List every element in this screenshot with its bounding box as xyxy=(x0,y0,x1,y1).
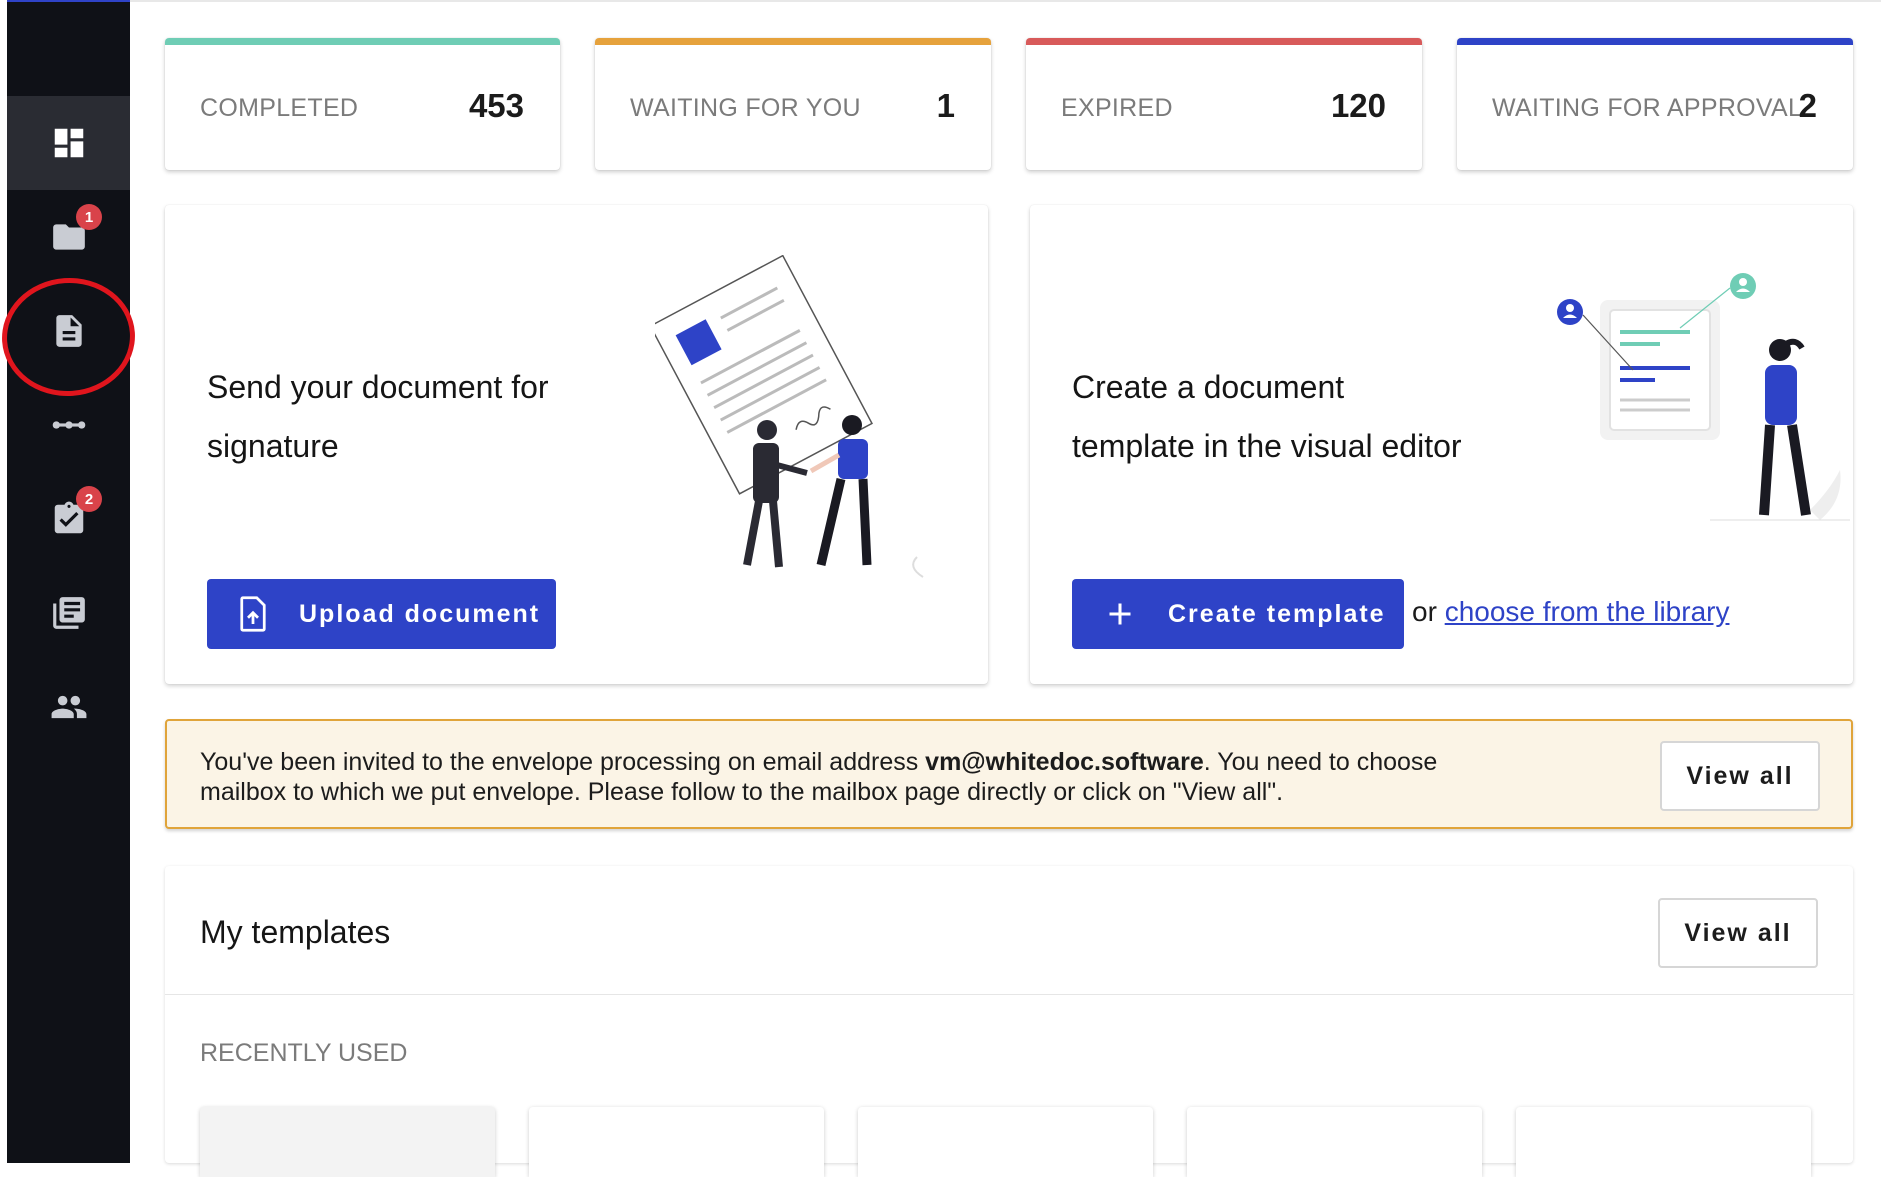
stat-label: EXPIRED xyxy=(1061,94,1173,122)
stat-card-waiting-for-approval[interactable]: WAITING FOR APPROVAL 2 xyxy=(1457,38,1853,170)
sidebar-nav: 1 2 xyxy=(7,0,130,1163)
folder-badge: 1 xyxy=(76,204,102,230)
plus-icon xyxy=(1072,600,1168,628)
send-heading-line1: Send your document for xyxy=(207,369,549,405)
sidebar-item-library[interactable] xyxy=(7,566,130,660)
stat-accent-bar xyxy=(1026,38,1422,45)
sidebar-item-documents[interactable] xyxy=(7,284,130,378)
create-template-card: Create a document template in the visual… xyxy=(1030,205,1853,684)
template-card[interactable] xyxy=(858,1107,1153,1177)
stat-label: WAITING FOR YOU xyxy=(630,94,861,122)
my-templates-section: My templates View all RECENTLY USED xyxy=(165,866,1853,1177)
template-card[interactable] xyxy=(1516,1107,1811,1177)
stat-accent-bar xyxy=(595,38,991,45)
notice-view-all-button[interactable]: View all xyxy=(1660,741,1820,811)
send-heading-line2: signature xyxy=(207,428,339,464)
document-icon xyxy=(55,315,82,347)
upload-document-button[interactable]: Upload document xyxy=(207,579,556,649)
notice-email: vm@whitedoc.software xyxy=(925,748,1204,776)
stat-accent-bar xyxy=(165,38,560,45)
sidebar-item-team[interactable] xyxy=(7,660,130,754)
people-icon xyxy=(51,695,86,719)
top-divider xyxy=(130,0,1881,2)
create-template-button[interactable]: Create template xyxy=(1072,579,1404,649)
template-card-new[interactable] xyxy=(200,1107,495,1177)
signature-illustration xyxy=(655,255,924,578)
notice-text: You've been invited to the envelope proc… xyxy=(200,747,1500,807)
upload-file-icon xyxy=(207,596,299,632)
template-editor-illustration xyxy=(1557,273,1850,521)
dashboard-icon xyxy=(54,128,83,158)
stat-card-completed[interactable]: COMPLETED 453 xyxy=(165,38,560,170)
template-heading-line2: template in the visual editor xyxy=(1072,428,1462,464)
stat-card-expired[interactable]: EXPIRED 120 xyxy=(1026,38,1422,170)
stat-value: 2 xyxy=(1798,87,1817,124)
sidebar-item-workflows[interactable] xyxy=(7,378,130,472)
stat-value: 453 xyxy=(468,87,524,124)
notice-text-before: You've been invited to the envelope proc… xyxy=(200,748,926,776)
sidebar-item-dashboard[interactable] xyxy=(7,96,130,190)
my-templates-title: My templates xyxy=(200,914,391,950)
stat-value: 1 xyxy=(936,87,955,124)
tasks-badge: 2 xyxy=(76,486,102,512)
send-document-card: Send your document for signature Upload … xyxy=(165,205,988,684)
stat-card-waiting-for-you[interactable]: WAITING FOR YOU 1 xyxy=(595,38,991,170)
stat-accent-bar xyxy=(1457,38,1853,45)
sidebar-item-tasks[interactable]: 2 xyxy=(7,472,130,566)
library-link-row: or choose from the library xyxy=(1412,596,1729,628)
stat-value: 120 xyxy=(1330,87,1386,124)
section-divider xyxy=(165,994,1853,995)
template-card[interactable] xyxy=(1187,1107,1482,1177)
library-icon xyxy=(52,597,85,629)
stat-label: WAITING FOR APPROVAL xyxy=(1492,94,1803,122)
template-card[interactable] xyxy=(529,1107,824,1177)
template-heading-line1: Create a document xyxy=(1072,369,1345,405)
invitation-notice: You've been invited to the envelope proc… xyxy=(165,719,1853,829)
workflow-icon xyxy=(52,421,85,429)
choose-from-library-link[interactable]: choose from the library xyxy=(1445,596,1730,627)
create-template-label: Create template xyxy=(1168,599,1386,628)
or-text: or xyxy=(1412,596,1437,627)
sidebar-top-accent xyxy=(7,0,130,2)
upload-button-label: Upload document xyxy=(299,599,541,628)
template-card-heading: Create a document template in the visual… xyxy=(1072,358,1462,476)
sidebar-item-folders[interactable]: 1 xyxy=(7,190,130,284)
recently-used-label: RECENTLY USED xyxy=(200,1039,408,1067)
send-card-heading: Send your document for signature xyxy=(207,358,549,476)
templates-view-all-button[interactable]: View all xyxy=(1658,898,1818,968)
stat-label: COMPLETED xyxy=(200,94,359,122)
